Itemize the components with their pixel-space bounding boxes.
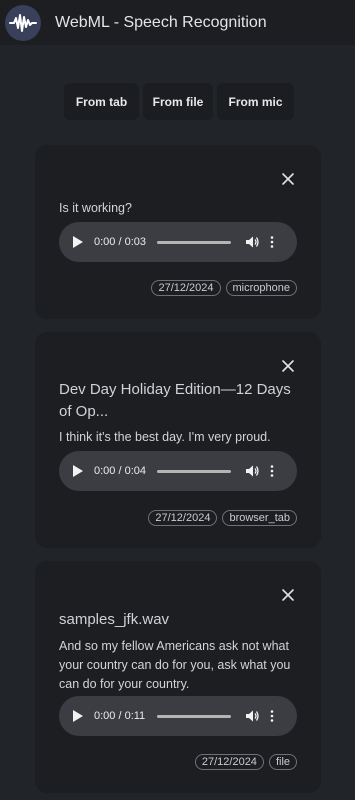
card-title: Dev Day Holiday Edition—12 Days of Op... xyxy=(59,381,291,420)
date-badge: 27/12/2024 xyxy=(151,280,221,296)
audio-progress-slider[interactable] xyxy=(157,469,231,473)
from-tab-button[interactable]: From tab xyxy=(64,83,139,120)
audio-progress-slider[interactable] xyxy=(157,240,231,244)
audio-player[interactable]: 0:00 / 0:11 xyxy=(59,696,297,736)
more-options-icon[interactable] xyxy=(270,465,274,477)
card-tags: 27/12/2024 microphone xyxy=(151,280,297,296)
play-icon[interactable] xyxy=(72,709,84,723)
from-mic-button[interactable]: From mic xyxy=(217,83,294,120)
audio-time: 0:00 / 0:11 xyxy=(94,710,146,722)
transcription-text: I think it's the best day. I'm very prou… xyxy=(59,430,271,444)
transcription-card: samples_jfk.wav And so my fellow America… xyxy=(35,561,321,793)
card-tags: 27/12/2024 browser_tab xyxy=(148,510,297,526)
date-badge: 27/12/2024 xyxy=(148,510,218,526)
more-options-icon[interactable] xyxy=(270,710,274,722)
from-file-button[interactable]: From file xyxy=(143,83,213,120)
volume-icon[interactable] xyxy=(245,464,259,478)
audio-time: 0:00 / 0:03 xyxy=(94,236,146,248)
more-options-icon[interactable] xyxy=(270,236,274,248)
audio-progress-slider[interactable] xyxy=(157,714,231,718)
transcription-card: Is it working? 0:00 / 0:03 27/12/2024 mi… xyxy=(35,145,321,319)
source-badge: browser_tab xyxy=(222,510,297,526)
transcription-text: And so my fellow Americans ask not what … xyxy=(59,639,291,691)
volume-icon[interactable] xyxy=(245,709,259,723)
app-title: WebML - Speech Recognition xyxy=(55,13,267,31)
app-header: WebML - Speech Recognition xyxy=(0,0,355,45)
audio-time: 0:00 / 0:04 xyxy=(94,465,146,477)
source-selector: From tab From file From mic xyxy=(64,83,294,120)
volume-icon[interactable] xyxy=(245,235,259,249)
card-tags: 27/12/2024 file xyxy=(194,754,297,770)
source-badge: microphone xyxy=(225,280,297,296)
source-badge: file xyxy=(268,754,297,770)
play-icon[interactable] xyxy=(72,235,84,249)
audio-player[interactable]: 0:00 / 0:04 xyxy=(59,451,297,491)
close-icon[interactable] xyxy=(281,588,295,602)
audio-player[interactable]: 0:00 / 0:03 xyxy=(59,222,297,262)
waveform-icon xyxy=(5,4,41,41)
transcription-text: Is it working? xyxy=(59,201,132,215)
close-icon[interactable] xyxy=(281,359,295,373)
play-icon[interactable] xyxy=(72,464,84,478)
close-icon[interactable] xyxy=(281,172,295,186)
date-badge: 27/12/2024 xyxy=(194,754,264,770)
card-title: samples_jfk.wav xyxy=(59,611,170,628)
transcription-card: Dev Day Holiday Edition—12 Days of Op...… xyxy=(35,332,321,548)
